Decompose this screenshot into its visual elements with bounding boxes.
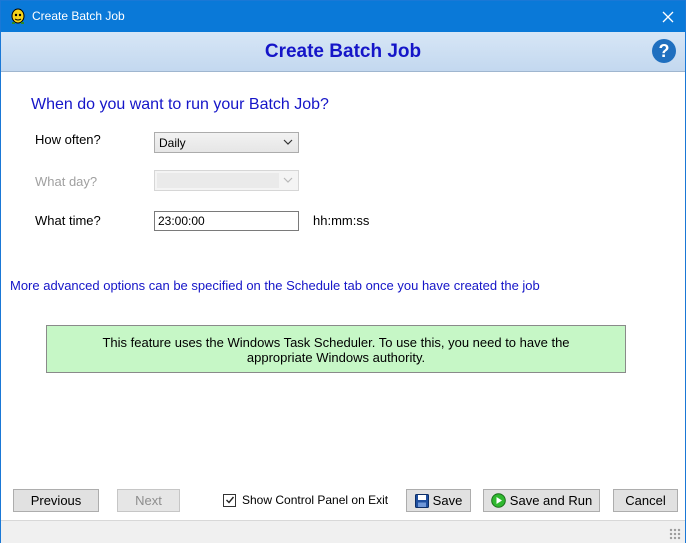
save-and-run-label: Save and Run [509,493,593,508]
app-icon [11,8,25,24]
what-day-select[interactable] [154,170,299,191]
play-icon [490,493,506,508]
save-button-label: Save [432,493,463,508]
what-day-value [157,173,279,188]
checkmark-icon [225,496,234,504]
cancel-button[interactable]: Cancel [613,489,678,512]
what-time-input[interactable]: 23:00:00 [154,211,299,231]
close-button[interactable] [651,1,685,32]
save-button[interactable]: Save [406,489,471,512]
how-often-value: Daily [159,136,186,150]
status-bar [1,521,685,543]
show-control-panel-option[interactable]: Show Control Panel on Exit [223,493,388,507]
save-disk-icon [414,493,429,508]
notice-line-2: appropriate Windows authority. [246,350,426,365]
chevron-down-icon [283,139,293,145]
how-often-label: How often? [35,132,101,147]
notice-line-1: This feature uses the Windows Task Sched… [102,335,570,350]
window-title: Create Batch Job [32,9,125,23]
create-batch-job-window: Create Batch Job Create Batch Job ? When… [0,0,686,543]
what-time-label: What time? [35,213,101,228]
schedule-question: When do you want to run your Batch Job? [31,96,329,113]
title-bar[interactable]: Create Batch Job [1,1,685,32]
what-day-label: What day? [35,174,98,189]
help-icon[interactable]: ? [652,39,676,63]
show-control-panel-label: Show Control Panel on Exit [242,493,389,507]
save-and-run-button[interactable]: Save and Run [483,489,600,512]
chevron-down-icon [283,177,293,183]
time-format-hint: hh:mm:ss [313,213,370,228]
page-title: Create Batch Job [264,41,422,62]
close-icon [662,11,674,22]
show-control-panel-checkbox[interactable] [223,493,236,507]
dialog-header: Create Batch Job ? [1,32,685,72]
advanced-options-note: More advanced options can be specified o… [10,278,540,293]
next-button[interactable]: Next [117,489,180,512]
resize-grip-icon[interactable] [669,528,681,540]
how-often-select[interactable]: Daily [154,132,299,153]
previous-button[interactable]: Previous [13,489,99,512]
task-scheduler-notice: This feature uses the Windows Task Sched… [46,325,626,373]
